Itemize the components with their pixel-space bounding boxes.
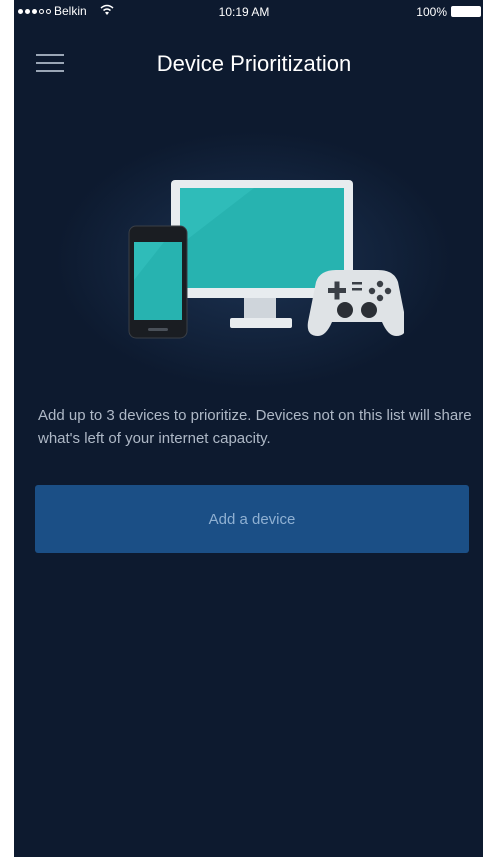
app-screen: Belkin 10:19 AM 100% Device Prioritizati… (14, 0, 483, 857)
page-title: Device Prioritization (156, 51, 352, 76)
gamepad-icon (307, 270, 404, 336)
phone-icon (128, 225, 188, 339)
status-bar: Belkin 10:19 AM 100% (14, 0, 483, 22)
add-device-button[interactable]: Add a device (35, 485, 469, 553)
signal-strength-icon (18, 9, 51, 14)
battery-icon (451, 6, 481, 17)
battery-percent: 100% (416, 5, 447, 19)
devices-illustration-icon (128, 180, 404, 339)
carrier-name: Belkin (54, 4, 87, 18)
wifi-icon (100, 4, 114, 15)
prioritization-description: Add up to 3 devices to prioritize. Devic… (38, 407, 472, 447)
hamburger-menu-icon[interactable] (36, 54, 64, 72)
status-time: 10:19 AM (218, 5, 270, 19)
